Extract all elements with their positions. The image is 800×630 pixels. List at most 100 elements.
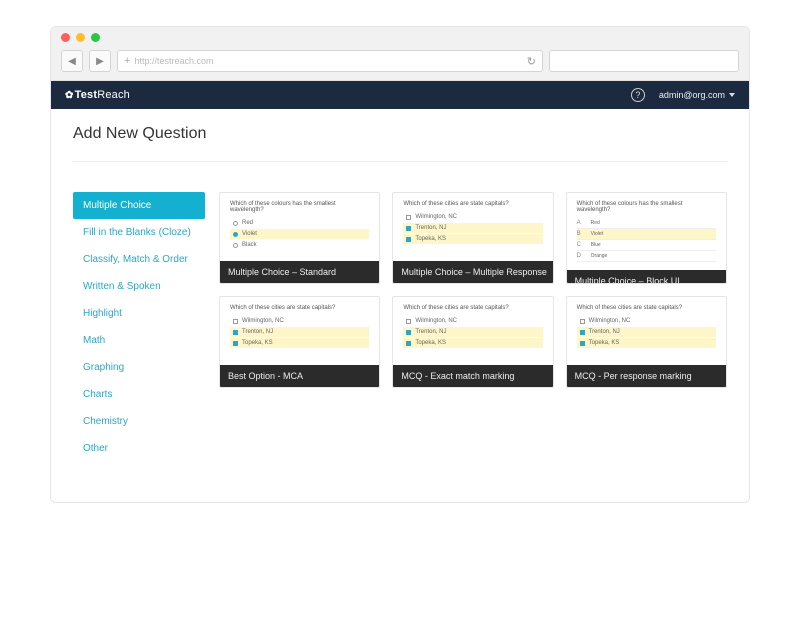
brand-logo[interactable]: ✿TestReach [65, 89, 130, 101]
preview-block-option: B Violet [577, 229, 716, 240]
preview-option: Topeka, KS [403, 338, 542, 348]
preview-option: Trenton, NJ [403, 223, 542, 233]
preview-question: Which of these colours has the smallest … [577, 201, 716, 213]
preview-block-option: C Blue [577, 240, 716, 251]
checkbox-icon [233, 319, 238, 324]
minimize-window-icon[interactable] [76, 33, 85, 42]
preview-question: Which of these cities are state capitals… [577, 305, 716, 311]
preview-option: Violet [230, 229, 369, 239]
option-text: Orange [591, 253, 608, 259]
page-title: Add New Question [73, 125, 727, 143]
option-text: Wilmington, NC [415, 318, 457, 324]
option-text: Blue [591, 242, 601, 248]
preview-option: Trenton, NJ [230, 327, 369, 337]
checkbox-icon [406, 215, 411, 220]
sidebar-item[interactable]: Graphing [73, 354, 205, 381]
url-input[interactable]: + http://testreach.com ↻ [117, 50, 543, 72]
maximize-window-icon[interactable] [91, 33, 100, 42]
option-text: Trenton, NJ [589, 329, 620, 335]
option-letter: A [577, 220, 587, 226]
preview-option: Trenton, NJ [577, 327, 716, 337]
sidebar-item[interactable]: Other [73, 435, 205, 462]
window-controls [51, 27, 749, 46]
question-type-card[interactable]: Which of these cities are state capitals… [219, 296, 380, 388]
card-label: Multiple Choice – Block UI [567, 270, 726, 283]
checkbox-icon [580, 330, 585, 335]
option-text: Red [591, 220, 600, 226]
question-type-card[interactable]: Which of these colours has the smallest … [566, 192, 727, 284]
option-text: Wilmington, NC [242, 318, 284, 324]
card-preview: Which of these cities are state capitals… [567, 297, 726, 365]
checkbox-icon [406, 226, 411, 231]
radio-icon [233, 221, 238, 226]
question-type-card[interactable]: Which of these cities are state capitals… [392, 192, 553, 284]
option-text: Black [242, 242, 257, 248]
back-button[interactable]: ◀ [61, 50, 83, 72]
option-text: Wilmington, NC [589, 318, 631, 324]
checkbox-icon [233, 341, 238, 346]
preview-question: Which of these colours has the smallest … [230, 201, 369, 213]
checkbox-icon [406, 330, 411, 335]
forward-button[interactable]: ▶ [89, 50, 111, 72]
option-text: Violet [591, 231, 603, 237]
sidebar-item[interactable]: Fill in the Blanks (Cloze) [73, 219, 205, 246]
preview-option: Red [230, 218, 369, 228]
sidebar-item[interactable]: Multiple Choice [73, 192, 205, 219]
sidebar-item[interactable]: Written & Spoken [73, 273, 205, 300]
close-window-icon[interactable] [61, 33, 70, 42]
radio-icon [233, 232, 238, 237]
sidebar-item[interactable]: Classify, Match & Order [73, 246, 205, 273]
user-label: admin@org.com [659, 90, 725, 100]
add-tab-icon[interactable]: + [124, 55, 130, 67]
checkbox-icon [233, 330, 238, 335]
preview-option: Wilmington, NC [230, 316, 369, 326]
preview-option: Topeka, KS [230, 338, 369, 348]
option-text: Trenton, NJ [415, 329, 446, 335]
category-sidebar: Multiple ChoiceFill in the Blanks (Cloze… [73, 192, 205, 462]
option-text: Trenton, NJ [242, 329, 273, 335]
preview-option: Wilmington, NC [403, 212, 542, 222]
option-letter: C [577, 242, 587, 248]
checkbox-icon [406, 341, 411, 346]
preview-option: Topeka, KS [577, 338, 716, 348]
user-menu[interactable]: admin@org.com [659, 90, 735, 100]
preview-block-option: A Red [577, 218, 716, 229]
preview-question: Which of these cities are state capitals… [403, 201, 542, 207]
checkbox-icon [580, 319, 585, 324]
app-header: ✿TestReach ? admin@org.com [51, 81, 749, 109]
preview-block-option: DOrange [577, 251, 716, 262]
help-icon[interactable]: ? [631, 88, 645, 102]
card-preview: Which of these cities are state capitals… [220, 297, 379, 365]
reload-icon[interactable]: ↻ [527, 55, 536, 68]
checkbox-icon [406, 237, 411, 242]
preview-option: Topeka, KS [403, 234, 542, 244]
question-type-card[interactable]: Which of these cities are state capitals… [392, 296, 553, 388]
page-body: Add New Question Multiple ChoiceFill in … [51, 109, 749, 502]
question-type-card[interactable]: Which of these cities are state capitals… [566, 296, 727, 388]
sidebar-item[interactable]: Chemistry [73, 408, 205, 435]
card-preview: Which of these cities are state capitals… [393, 297, 552, 365]
card-preview: Which of these colours has the smallest … [220, 193, 379, 261]
card-preview: Which of these cities are state capitals… [393, 193, 552, 261]
card-label: Best Option - MCA [220, 365, 379, 387]
option-text: Violet [242, 231, 257, 237]
option-text: Topeka, KS [415, 236, 446, 242]
option-text: Topeka, KS [415, 340, 446, 346]
card-label: MCQ - Per response marking [567, 365, 726, 387]
sidebar-item[interactable]: Highlight [73, 300, 205, 327]
preview-option: Trenton, NJ [403, 327, 542, 337]
question-type-card[interactable]: Which of these colours has the smallest … [219, 192, 380, 284]
sidebar-item[interactable]: Math [73, 327, 205, 354]
option-letter: B [577, 231, 587, 237]
checkbox-icon [406, 319, 411, 324]
browser-toolbar: ◀ ▶ + http://testreach.com ↻ [51, 46, 749, 80]
question-type-grid: Which of these colours has the smallest … [219, 192, 727, 462]
sidebar-item[interactable]: Charts [73, 381, 205, 408]
card-label: Multiple Choice – Multiple Response [393, 261, 552, 283]
radio-icon [233, 243, 238, 248]
divider [73, 161, 727, 162]
search-input[interactable] [549, 50, 739, 72]
option-text: Trenton, NJ [415, 225, 446, 231]
preview-question: Which of these cities are state capitals… [403, 305, 542, 311]
option-text: Wilmington, NC [415, 214, 457, 220]
